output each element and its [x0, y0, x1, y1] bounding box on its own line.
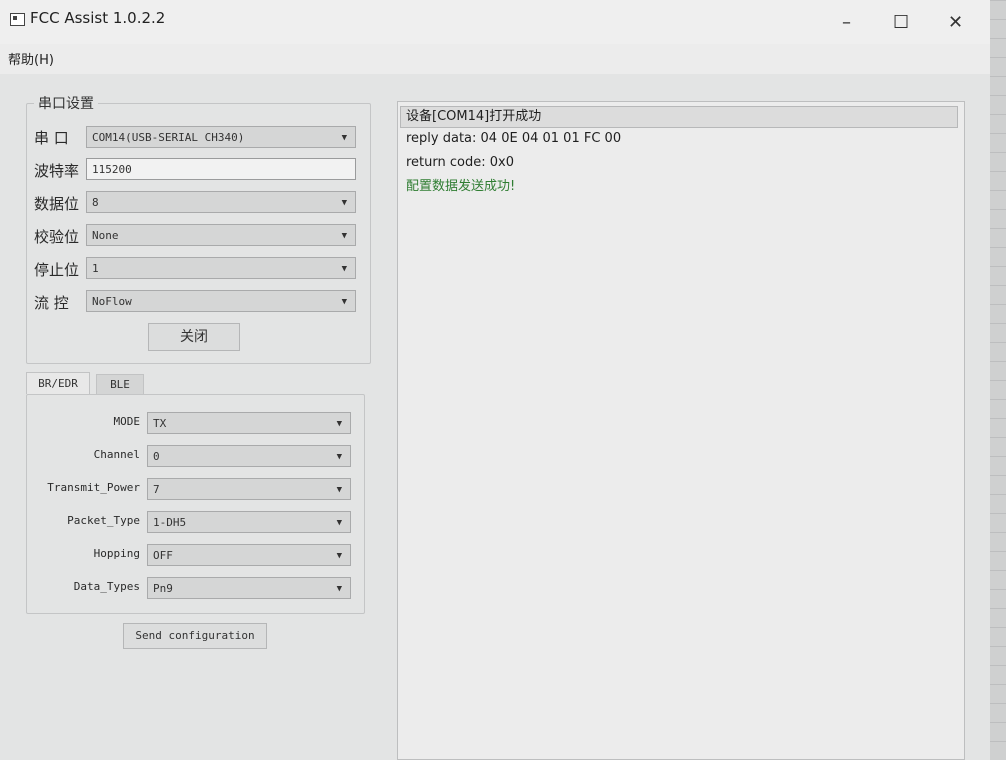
packet-type-combo[interactable]: 1-DH5 ▼ — [147, 511, 351, 533]
minimize-button[interactable]: – — [842, 14, 851, 32]
baud-input[interactable]: 115200 — [86, 158, 356, 180]
close-window-button[interactable]: ✕ — [948, 14, 963, 32]
chevron-down-icon: ▼ — [336, 551, 342, 561]
hopping-value: OFF — [153, 549, 173, 562]
chevron-down-icon: ▼ — [341, 264, 347, 274]
channel-value: 0 — [153, 450, 160, 463]
stopbits-combo[interactable]: 1 ▼ — [86, 257, 356, 279]
tab-ble[interactable]: BLE — [96, 374, 144, 394]
chevron-down-icon: ▼ — [336, 452, 342, 462]
chevron-down-icon: ▼ — [336, 485, 342, 495]
flow-combo[interactable]: NoFlow ▼ — [86, 290, 356, 312]
menu-bar: 帮助(H) — [0, 44, 990, 74]
stopbits-label: 停止位 — [34, 261, 80, 279]
transmit-power-combo[interactable]: 7 ▼ — [147, 478, 351, 500]
log-line-success: 配置数据发送成功! — [406, 179, 516, 194]
param-label-transmit-power: Transmit_Power — [47, 481, 140, 494]
parity-value: None — [92, 229, 119, 242]
flow-label: 流 控 — [34, 294, 69, 312]
stopbits-value: 1 — [92, 262, 99, 275]
packet-type-value: 1-DH5 — [153, 516, 187, 529]
param-label-hopping: Hopping — [93, 547, 140, 560]
port-label: 串 口 — [34, 129, 69, 147]
flow-value: NoFlow — [92, 295, 132, 308]
mode-combo[interactable]: TX ▼ — [147, 412, 351, 434]
port-combo[interactable]: COM14(USB-SERIAL CH340) ▼ — [86, 126, 356, 148]
send-configuration-button[interactable]: Send configuration — [123, 623, 267, 649]
chevron-down-icon: ▼ — [336, 419, 342, 429]
serial-group-title: 串口设置 — [34, 93, 98, 113]
databits-combo[interactable]: 8 ▼ — [86, 191, 356, 213]
transmit-power-value: 7 — [153, 483, 160, 496]
maximize-button[interactable]: ☐ — [893, 14, 909, 32]
mode-value: TX — [153, 417, 167, 430]
chevron-down-icon: ▼ — [341, 198, 347, 208]
param-label-channel: Channel — [93, 448, 140, 461]
parity-combo[interactable]: None ▼ — [86, 224, 356, 246]
port-value: COM14(USB-SERIAL CH340) — [92, 131, 245, 144]
parity-label: 校验位 — [34, 228, 80, 246]
databits-label: 数据位 — [34, 195, 80, 213]
chevron-down-icon: ▼ — [341, 231, 347, 241]
chevron-down-icon: ▼ — [341, 133, 347, 143]
log-output[interactable]: 设备[COM14]打开成功 reply data: 04 0E 04 01 01… — [397, 101, 965, 760]
chevron-down-icon: ▼ — [336, 518, 342, 528]
chevron-down-icon: ▼ — [341, 297, 347, 307]
log-line: return code: 0x0 — [406, 155, 514, 170]
window-title: FCC Assist 1.0.2.2 — [30, 9, 166, 27]
param-label-mode: MODE — [113, 415, 141, 428]
data-types-value: Pn9 — [153, 582, 173, 595]
log-line: reply data: 04 0E 04 01 01 FC 00 — [406, 131, 622, 146]
title-bar: FCC Assist 1.0.2.2 – ☐ ✕ — [0, 0, 990, 44]
log-line-selected[interactable]: 设备[COM14]打开成功 — [400, 106, 958, 128]
background-strip — [990, 0, 1006, 760]
param-label-data-types: Data_Types — [73, 580, 140, 593]
menu-help[interactable]: 帮助(H) — [8, 49, 54, 68]
app-icon — [10, 13, 25, 26]
hopping-combo[interactable]: OFF ▼ — [147, 544, 351, 566]
param-label-packet-type: Packet_Type — [67, 514, 140, 527]
data-types-combo[interactable]: Pn9 ▼ — [147, 577, 351, 599]
app-window: FCC Assist 1.0.2.2 – ☐ ✕ 帮助(H) 串口设置 串 口 … — [0, 0, 990, 760]
chevron-down-icon: ▼ — [336, 584, 342, 594]
databits-value: 8 — [92, 196, 99, 209]
close-port-button[interactable]: 关闭 — [148, 323, 240, 351]
channel-combo[interactable]: 0 ▼ — [147, 445, 351, 467]
tab-br-edr[interactable]: BR/EDR — [26, 372, 90, 394]
baud-value: 115200 — [92, 163, 132, 176]
baud-label: 波特率 — [34, 162, 80, 180]
